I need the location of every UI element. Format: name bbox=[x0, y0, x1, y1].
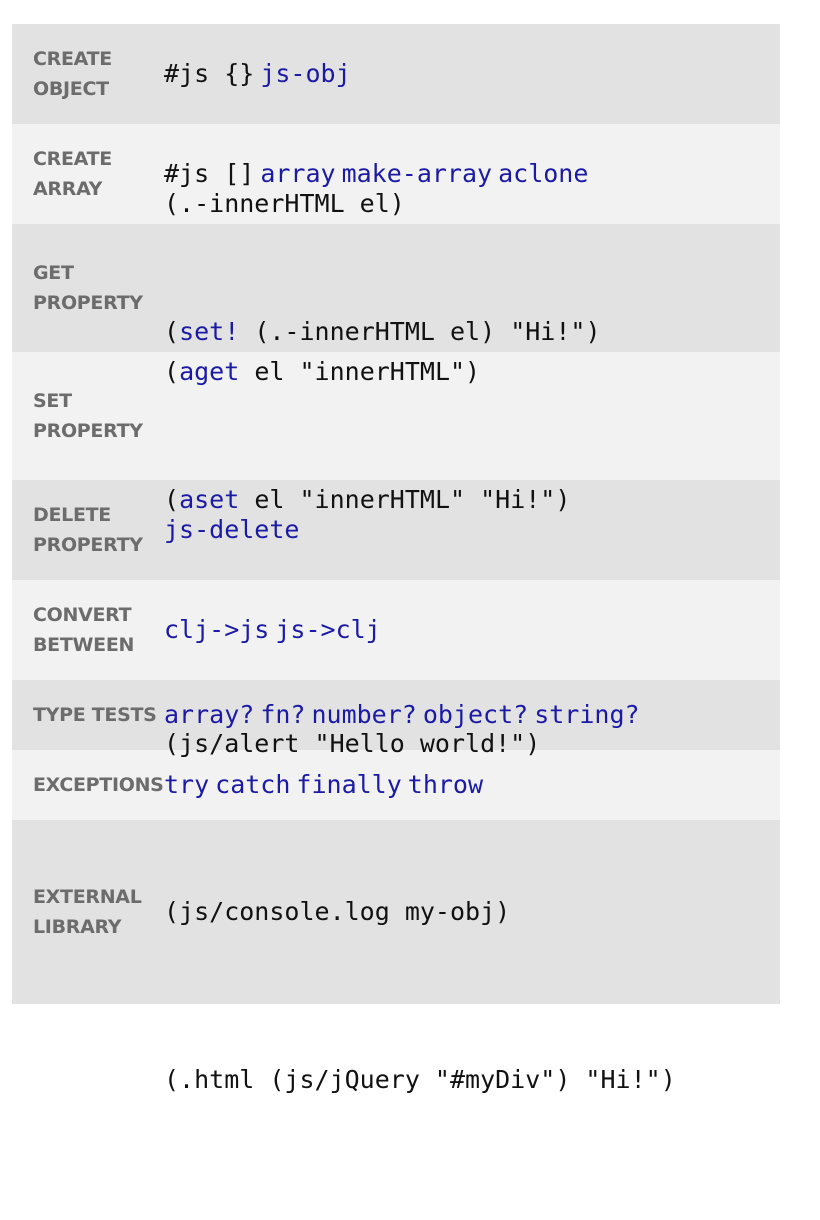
label-line: CREATE bbox=[33, 148, 112, 170]
label-line: BETWEEN bbox=[33, 634, 135, 656]
js-interop-table: CREATE OBJECT #js {} js-obj CREATE ARRAY … bbox=[12, 24, 780, 1094]
code-line: (js/console.log my-obj) bbox=[164, 884, 780, 940]
row-label: CREATE OBJECT bbox=[12, 44, 164, 104]
label-line: PROPERTY bbox=[33, 534, 143, 556]
row-label: TYPE TESTS bbox=[12, 700, 164, 730]
row-external-library: EXTERNAL LIBRARY (js/alert "Hello world!… bbox=[12, 729, 780, 1094]
row-label: CREATE ARRAY bbox=[12, 144, 164, 204]
label-line: SET bbox=[33, 390, 72, 412]
code-text: (js/alert "Hello world!") bbox=[164, 729, 541, 758]
code-line: (set! (.-innerHTML el) "Hi!") bbox=[164, 304, 780, 360]
row-label: EXTERNAL LIBRARY bbox=[12, 882, 164, 942]
row-label: GET PROPERTY bbox=[12, 258, 164, 318]
code-text: (.html (js/jQuery "#myDiv") "Hi!") bbox=[164, 1065, 676, 1094]
code-text: (js/console.log my-obj) bbox=[164, 897, 511, 926]
label-line: DELETE bbox=[33, 504, 111, 526]
code-text: (.-innerHTML el) "Hi!") bbox=[239, 317, 601, 346]
code-line: (js/alert "Hello world!") bbox=[164, 716, 780, 772]
label-line: EXTERNAL bbox=[33, 886, 142, 908]
label-line: EXCEPTIONS bbox=[33, 774, 164, 796]
code-line: (.html (js/jQuery "#myDiv") "Hi!") bbox=[164, 1052, 780, 1108]
label-line: PROPERTY bbox=[33, 420, 143, 442]
label-line: LIBRARY bbox=[33, 916, 122, 938]
row-label: SET PROPERTY bbox=[12, 386, 164, 446]
label-line: CREATE bbox=[33, 48, 112, 70]
row-label: CONVERT BETWEEN bbox=[12, 600, 164, 660]
label-line: ARRAY bbox=[33, 178, 103, 200]
code-text: ( bbox=[164, 317, 180, 346]
fn-link-set[interactable]: set! bbox=[179, 317, 239, 346]
label-line: PROPERTY bbox=[33, 292, 143, 314]
label-line: TYPE TESTS bbox=[33, 704, 157, 726]
row-content: (js/alert "Hello world!") (js/console.lo… bbox=[164, 604, 780, 1220]
label-line: OBJECT bbox=[33, 78, 109, 100]
row-label: EXCEPTIONS bbox=[12, 770, 164, 800]
row-label: DELETE PROPERTY bbox=[12, 500, 164, 560]
label-line: CONVERT bbox=[33, 604, 132, 626]
label-line: GET bbox=[33, 262, 74, 284]
